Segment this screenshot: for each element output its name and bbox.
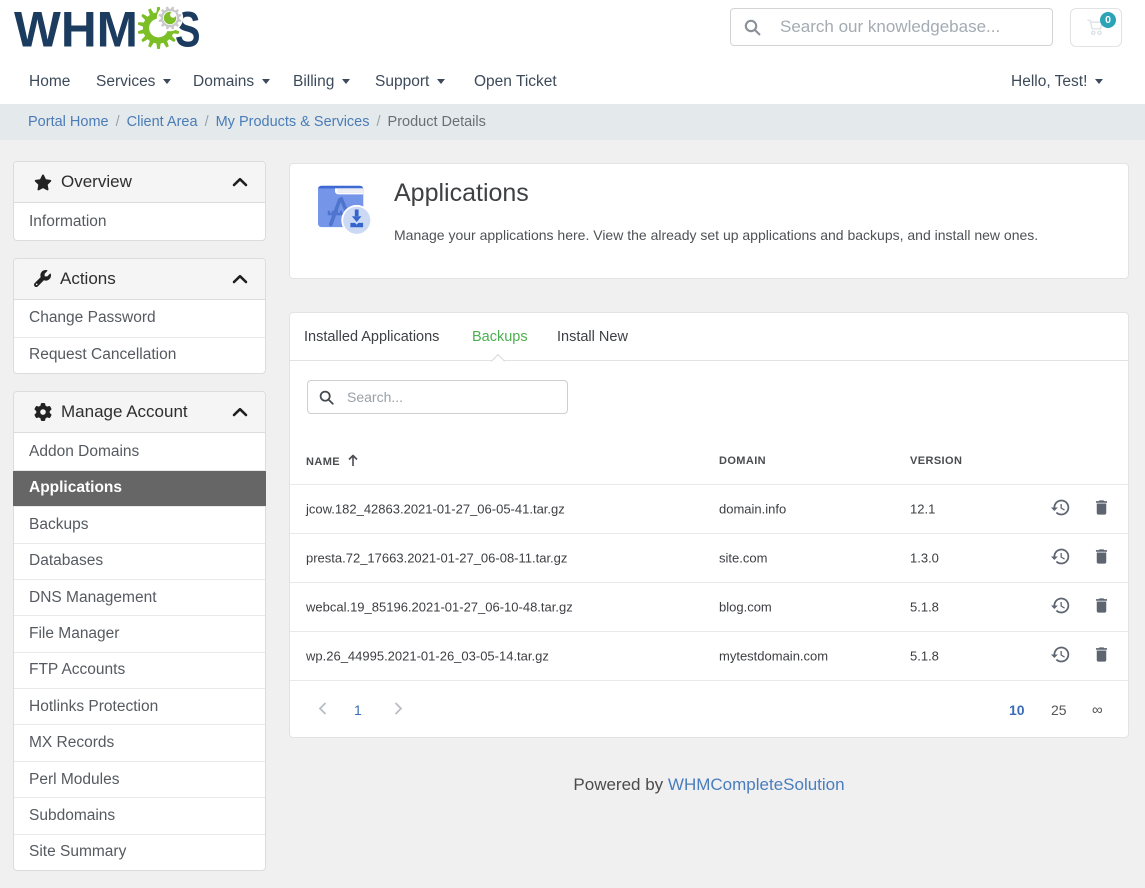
svg-text:WHM: WHM <box>14 4 138 54</box>
